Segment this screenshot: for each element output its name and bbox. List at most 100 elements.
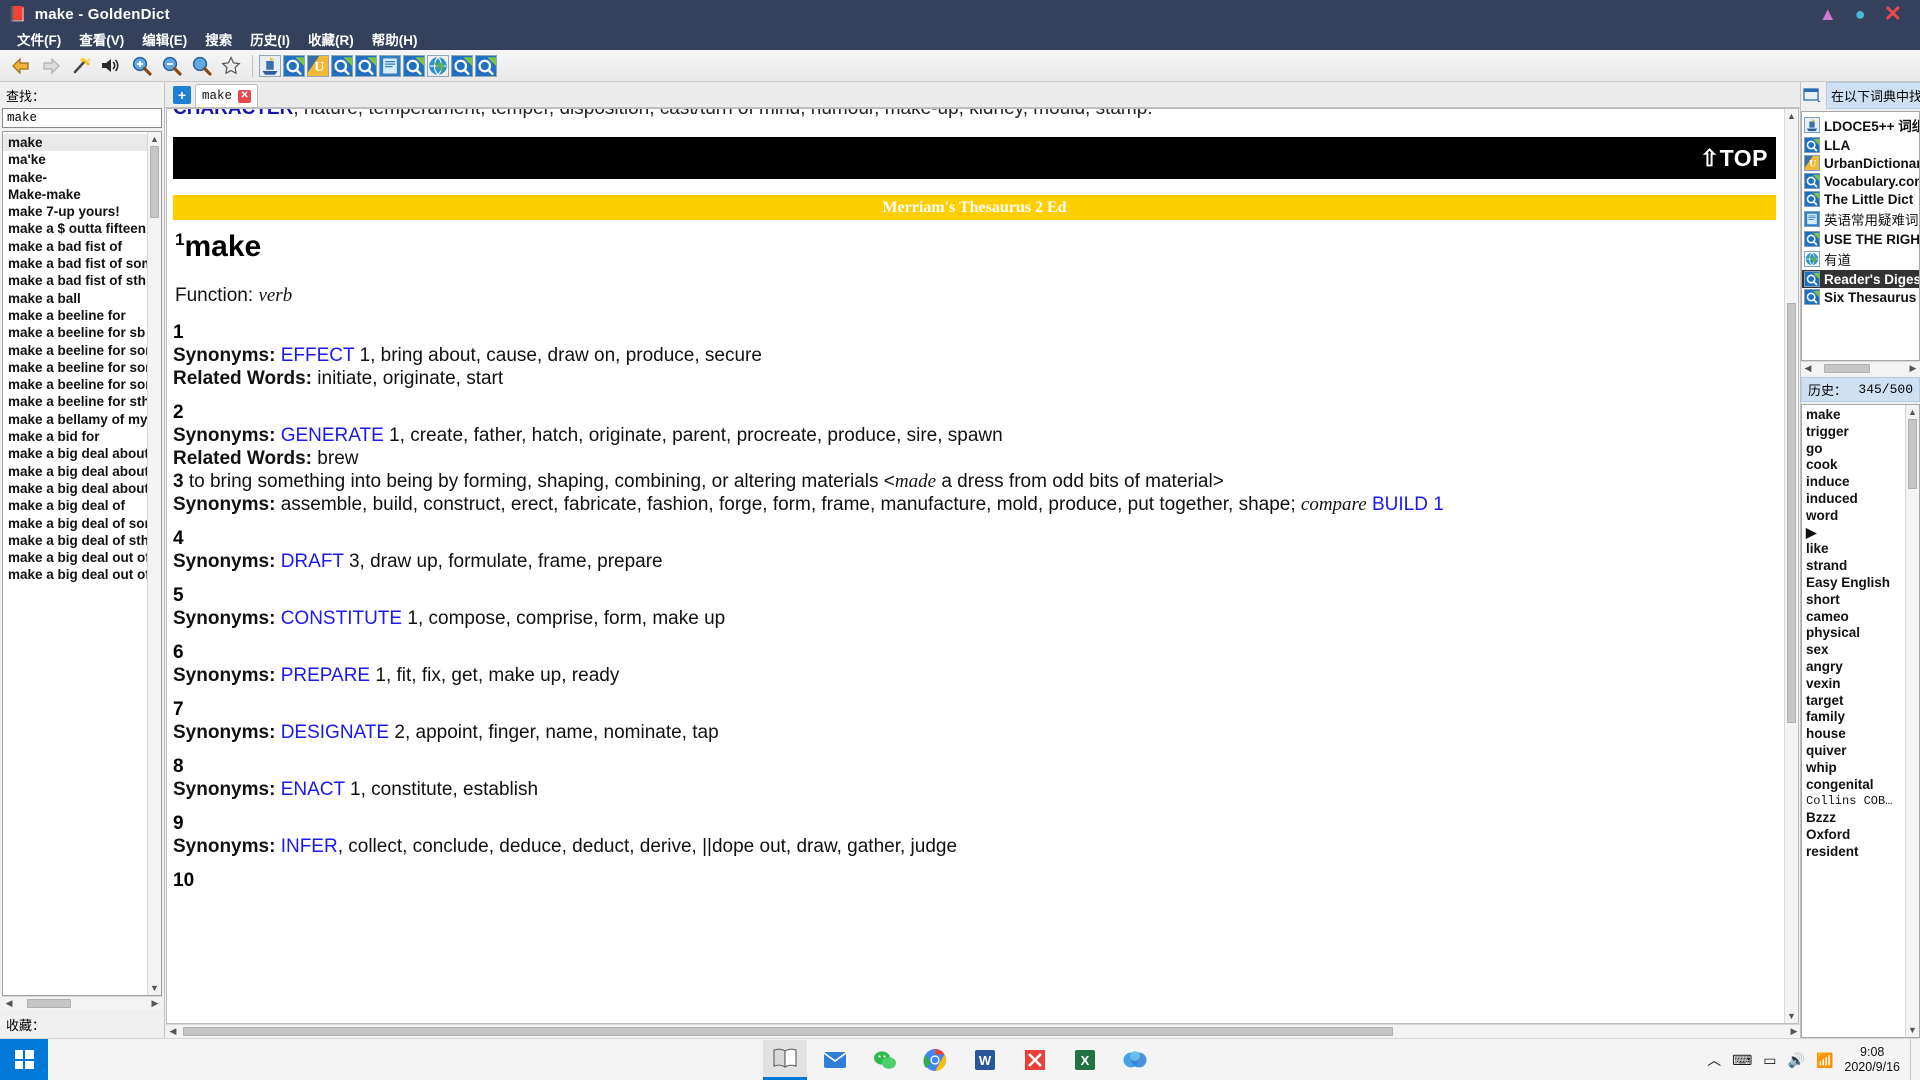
history-scroll-thumb[interactable] xyxy=(1908,419,1917,489)
history-list-item[interactable]: Easy English xyxy=(1802,575,1905,592)
word-list-item[interactable]: make a big deal about xyxy=(3,463,147,480)
word-list[interactable]: make ma'ke make- Make-make make 7-up yours! m… xyxy=(3,132,147,995)
dictionary-list[interactable]: LDOCE5++ 词组 LLA U UrbanDictionary Vocabulary… xyxy=(1801,111,1920,361)
word-list-item[interactable]: make a big deal out of xyxy=(3,566,147,583)
history-list-item[interactable]: physical xyxy=(1802,625,1905,642)
close-icon[interactable]: ✕ xyxy=(1884,3,1902,25)
article-hscroll-right-icon[interactable]: ▶ xyxy=(1787,1025,1801,1038)
word-list-item[interactable]: make a big deal of sth xyxy=(3,532,147,549)
history-list-item[interactable]: trigger xyxy=(1802,424,1905,441)
menu-edit[interactable]: 编辑(E) xyxy=(133,27,196,51)
word-list-item[interactable]: make a big deal of som xyxy=(3,515,147,532)
menu-history[interactable]: 历史(I) xyxy=(241,27,299,51)
scroll-down-icon[interactable]: ▼ xyxy=(148,981,161,995)
scroll-thumb[interactable] xyxy=(150,146,159,218)
tray-keyboard-icon[interactable]: ⌨ xyxy=(1732,1053,1752,1067)
compare-link[interactable]: BUILD 1 xyxy=(1372,494,1444,515)
dictionary-list-item[interactable]: Vocabulary.com xyxy=(1802,172,1919,190)
history-list-item[interactable]: quiver xyxy=(1802,743,1905,760)
word-list-scrollbar[interactable]: ▲ ▼ xyxy=(147,132,161,995)
word-list-item[interactable]: make a bid for xyxy=(3,428,147,445)
dictionary-list-hscrollbar[interactable]: ◀ ▶ xyxy=(1801,361,1920,375)
synonym-cross-reference-link[interactable]: INFER xyxy=(281,836,338,857)
article-scrollbar[interactable]: ▲ ▼ xyxy=(1784,109,1798,1023)
dict-group-cn-book-button[interactable] xyxy=(379,54,401,77)
word-list-item[interactable]: make a beeline for som xyxy=(3,359,147,376)
history-list-item[interactable]: house xyxy=(1802,726,1905,743)
tab-make[interactable]: make ✕ xyxy=(195,84,259,107)
dictionary-list-item[interactable]: The Little Dict xyxy=(1802,190,1919,208)
tab-close-icon[interactable]: ✕ xyxy=(238,89,252,103)
dict-group-six-button[interactable] xyxy=(475,54,497,77)
zoom-reset-icon[interactable] xyxy=(186,52,216,80)
dict-group-lla-button[interactable] xyxy=(283,54,305,77)
history-list-item[interactable]: target xyxy=(1802,693,1905,710)
top-link[interactable]: ⇧TOP xyxy=(1700,145,1768,172)
word-list-item[interactable]: make a beeline for sb xyxy=(3,324,147,341)
menu-search[interactable]: 搜索 xyxy=(196,27,241,51)
magic-wand-icon[interactable] xyxy=(66,52,96,80)
zoom-out-icon[interactable] xyxy=(156,52,186,80)
history-list-item[interactable]: congenital xyxy=(1802,777,1905,794)
word-list-item[interactable]: make xyxy=(3,134,147,152)
history-list-item[interactable]: Bzzz xyxy=(1802,810,1905,827)
word-list-item[interactable]: make a bellamy of mys xyxy=(3,411,147,428)
tray-network-icon[interactable]: 📶 xyxy=(1816,1053,1833,1067)
dict-group-little-button[interactable] xyxy=(355,54,377,77)
history-list-item[interactable]: Collins COB… xyxy=(1802,793,1905,810)
word-list-item[interactable]: make- xyxy=(3,169,147,186)
dictionary-list-item[interactable]: LDOCE5++ 词组 xyxy=(1802,114,1919,136)
taskbar-xmind[interactable] xyxy=(1013,1040,1057,1080)
dict-hscroll-right-icon[interactable]: ▶ xyxy=(1906,362,1920,375)
word-list-item[interactable]: make a bad fist of xyxy=(3,238,147,255)
history-list-item[interactable]: angry xyxy=(1802,659,1905,676)
maximize-icon[interactable]: ● xyxy=(1855,5,1866,23)
new-tab-button[interactable]: + xyxy=(173,86,191,104)
article-hscrollbar[interactable]: ◀ ▶ xyxy=(166,1024,1801,1038)
word-list-item[interactable]: make a beeline for som xyxy=(3,376,147,393)
zoom-in-icon[interactable] xyxy=(126,52,156,80)
word-list-item[interactable]: make a beeline for sth xyxy=(3,393,147,410)
synonym-cross-reference-link[interactable]: DESIGNATE xyxy=(281,722,389,743)
history-scroll-up-icon[interactable]: ▲ xyxy=(1906,405,1919,419)
history-scroll-down-icon[interactable]: ▼ xyxy=(1906,1023,1919,1037)
taskbar-excel[interactable]: X xyxy=(1063,1040,1107,1080)
dictionary-list-item[interactable]: U UrbanDictionary xyxy=(1802,154,1919,172)
minimize-icon[interactable]: ▲ xyxy=(1819,5,1837,23)
tray-battery-icon[interactable]: ▭ xyxy=(1763,1053,1776,1067)
article-hscroll-left-icon[interactable]: ◀ xyxy=(166,1025,180,1038)
history-list-item[interactable]: word xyxy=(1802,508,1905,525)
word-list-item[interactable]: make a big deal about xyxy=(3,445,147,462)
hscroll-left-icon[interactable]: ◀ xyxy=(2,997,16,1010)
taskbar-word[interactable]: W xyxy=(963,1040,1007,1080)
history-list-item[interactable]: cook xyxy=(1802,457,1905,474)
dict-group-ldoce-button[interactable] xyxy=(259,54,281,77)
hscroll-right-icon[interactable]: ▶ xyxy=(148,997,162,1010)
word-list-item[interactable]: make a big deal about xyxy=(3,480,147,497)
history-list-item[interactable]: resident xyxy=(1802,844,1905,861)
synonym-cross-reference-link[interactable]: PREPARE xyxy=(281,665,370,686)
history-list-item[interactable]: strand xyxy=(1802,558,1905,575)
history-list-item[interactable]: make xyxy=(1802,407,1905,424)
dictionary-list-item[interactable]: LLA xyxy=(1802,136,1919,154)
word-list-item[interactable]: make a big deal out of xyxy=(3,549,147,566)
article-scroll-down-icon[interactable]: ▼ xyxy=(1785,1009,1798,1023)
popup-window-icon[interactable] xyxy=(1801,87,1822,104)
tray-volume-icon[interactable]: 🔊 xyxy=(1788,1053,1805,1067)
dict-group-useright-button[interactable] xyxy=(403,54,425,77)
dictionary-list-item[interactable]: Six Thesaurus xyxy=(1802,288,1919,306)
dict-group-youdao-button[interactable] xyxy=(427,54,449,77)
history-list-item[interactable]: go xyxy=(1802,441,1905,458)
word-list-item[interactable]: make a bad fist of sth xyxy=(3,272,147,289)
word-list-item[interactable]: make a big deal of xyxy=(3,497,147,514)
taskbar-chrome[interactable] xyxy=(913,1040,957,1080)
search-input[interactable] xyxy=(2,108,162,128)
history-list[interactable]: make trigger go cook induce induced word ▶ like s… xyxy=(1802,405,1905,1037)
pronounce-speaker-icon[interactable] xyxy=(96,52,126,80)
menu-favorites[interactable]: 收藏(R) xyxy=(299,27,363,51)
word-list-item[interactable]: make a $ outta fifteen xyxy=(3,220,147,237)
history-list-item[interactable]: sex xyxy=(1802,642,1905,659)
word-list-item[interactable]: make a beeline for som xyxy=(3,342,147,359)
scroll-up-icon[interactable]: ▲ xyxy=(148,132,161,146)
menu-help[interactable]: 帮助(H) xyxy=(363,27,427,51)
